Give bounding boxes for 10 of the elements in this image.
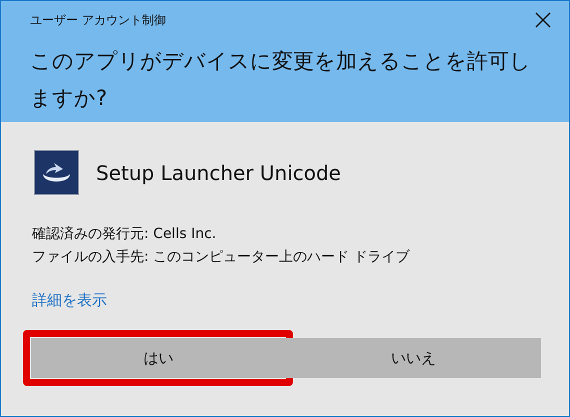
dialog-button[interactable]: はい <box>31 338 286 378</box>
question-text: このアプリがデバイスに変更を加えることを許可しますか? <box>30 48 532 112</box>
detail-text: ファイルの入手先: このコンピューター上のハード ドライブ <box>32 248 411 267</box>
detail-text: 確認済みの発行元: Cells Inc. <box>32 225 218 244</box>
close-icon[interactable] <box>535 12 551 28</box>
details-link[interactable]: 詳細を表示 <box>32 291 107 310</box>
app-name: Setup Launcher Unicode <box>96 160 341 184</box>
app-icon <box>34 150 79 195</box>
dialog-button[interactable]: いいえ <box>286 338 541 378</box>
window-title: ユーザー アカウント制御 <box>30 12 166 28</box>
